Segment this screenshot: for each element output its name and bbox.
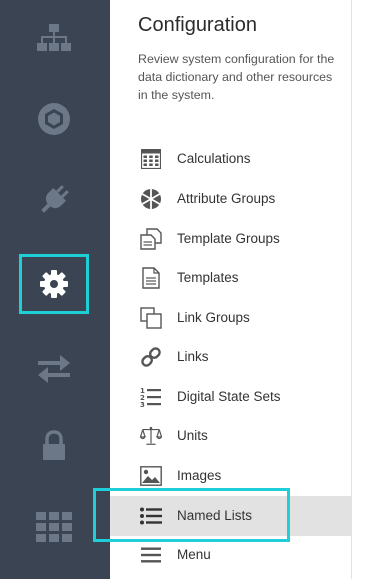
- menu-item-label: Digital State Sets: [177, 389, 281, 404]
- plug-icon: [41, 185, 69, 213]
- menu-item-images[interactable]: Images: [110, 456, 351, 496]
- menu-item-templates[interactable]: Templates: [110, 258, 351, 298]
- numbered-list-icon: 1 2 3: [140, 386, 162, 408]
- menu-item-link-groups[interactable]: Link Groups: [110, 298, 351, 338]
- template-icon: [140, 267, 162, 289]
- menu-item-label: Templates: [177, 270, 239, 285]
- calculator-icon: [140, 148, 162, 170]
- rail-plug-button[interactable]: [19, 170, 89, 230]
- hamburger-menu-icon: [140, 544, 162, 566]
- page-description: Review system configuration for the data…: [138, 52, 335, 102]
- menu-item-menu[interactable]: Menu: [110, 535, 351, 575]
- link-groups-icon: [140, 307, 162, 329]
- rail-hierarchy-button[interactable]: [19, 8, 89, 68]
- menu-item-digital-state-sets[interactable]: 1 2 3 Digital State Sets: [110, 377, 351, 417]
- rail-lock-button[interactable]: [19, 416, 89, 476]
- link-icon: [140, 346, 162, 368]
- bulleted-list-icon: [140, 505, 162, 527]
- panel-divider: [351, 0, 352, 579]
- menu-item-label: Named Lists: [177, 508, 253, 523]
- grid-icon: [36, 512, 72, 542]
- menu-item-links[interactable]: Links: [110, 337, 351, 377]
- menu-item-label: Attribute Groups: [177, 191, 276, 206]
- hexagon-icon: [38, 103, 70, 135]
- nav-rail: [0, 0, 110, 579]
- menu-item-named-lists[interactable]: Named Lists: [110, 496, 351, 536]
- menu-item-units[interactable]: Units: [110, 416, 351, 456]
- image-icon: [140, 465, 162, 487]
- menu-item-label: Link Groups: [177, 310, 250, 325]
- menu-item-label: Images: [177, 468, 222, 483]
- gear-icon: [40, 270, 68, 298]
- hierarchy-icon: [37, 24, 71, 51]
- menu-item-label: Template Groups: [177, 231, 280, 246]
- menu-item-calculations[interactable]: Calculations: [110, 139, 351, 179]
- rail-configuration-button[interactable]: [19, 254, 89, 314]
- menu-item-label: Links: [177, 349, 209, 364]
- rail-transfer-button[interactable]: [19, 339, 89, 399]
- menu-item-label: Units: [177, 428, 208, 443]
- attribute-groups-icon: [140, 188, 162, 210]
- scales-icon: [140, 425, 162, 447]
- menu-item-label: Menu: [177, 547, 211, 562]
- transfer-arrows-icon: [38, 355, 70, 383]
- menu-item-attribute-groups[interactable]: Attribute Groups: [110, 179, 351, 219]
- rail-grid-button[interactable]: [19, 497, 89, 557]
- configuration-panel: Configuration Review system configuratio…: [110, 0, 351, 579]
- menu-item-template-groups[interactable]: Template Groups: [110, 219, 351, 259]
- menu-item-label: Calculations: [177, 151, 251, 166]
- template-groups-icon: [140, 228, 162, 250]
- rail-hexagon-button[interactable]: [19, 89, 89, 149]
- page-title: Configuration: [138, 14, 257, 36]
- lock-icon: [43, 430, 65, 460]
- svg-text:3: 3: [140, 401, 145, 408]
